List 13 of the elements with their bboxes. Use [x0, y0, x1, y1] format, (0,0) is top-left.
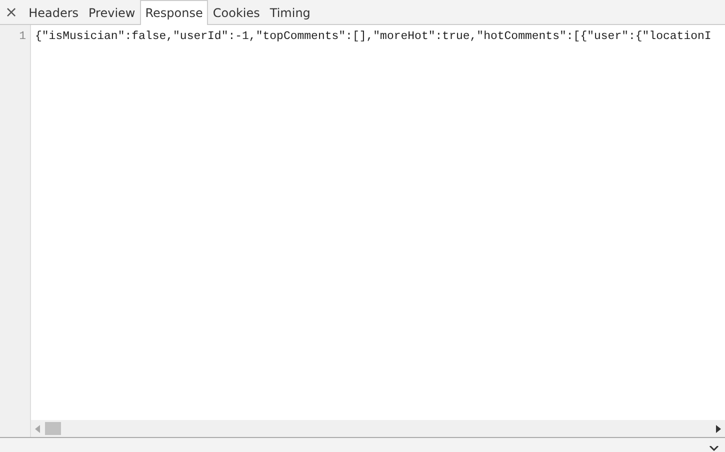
line-number: 1: [19, 29, 26, 44]
close-button[interactable]: ×: [0, 0, 24, 24]
chevron-icon[interactable]: [709, 446, 719, 451]
tab[interactable]: Response: [140, 0, 208, 25]
tab[interactable]: Timing: [264, 0, 316, 25]
scroll-thumb[interactable]: [45, 422, 61, 435]
code-line: {"isMusician":false,"userId":-1,"topComments":[],"moreHot":true,"hotComments":[{"user":{"locationI: [35, 29, 712, 44]
scroll-left-icon[interactable]: [35, 424, 41, 432]
tab[interactable]: Headers: [24, 0, 84, 25]
tab[interactable]: Preview: [84, 0, 140, 25]
horizontal-scrollbar[interactable]: [31, 420, 725, 437]
tab[interactable]: Cookies: [208, 0, 265, 25]
scroll-right-icon[interactable]: [715, 424, 721, 432]
